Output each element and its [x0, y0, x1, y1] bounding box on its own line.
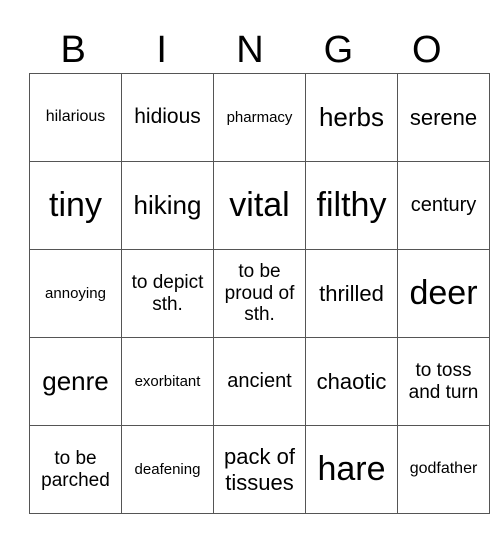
- bingo-cell[interactable]: pharmacy: [213, 73, 306, 162]
- bingo-row: annoying to depict sth. to be proud of s…: [29, 249, 490, 338]
- bingo-cell[interactable]: hidious: [121, 73, 214, 162]
- bingo-cell[interactable]: pack of tissues: [213, 425, 306, 514]
- bingo-cell[interactable]: ancient: [213, 337, 306, 426]
- bingo-cell[interactable]: hilarious: [29, 73, 122, 162]
- bingo-cell[interactable]: hare: [305, 425, 398, 514]
- bingo-cell[interactable]: to be proud of sth.: [213, 249, 306, 338]
- bingo-cell[interactable]: godfather: [397, 425, 490, 514]
- bingo-row: tiny hiking vital filthy century: [29, 161, 490, 250]
- header-letter: I: [156, 29, 167, 71]
- bingo-cell[interactable]: deer: [397, 249, 490, 338]
- bingo-cell[interactable]: chaotic: [305, 337, 398, 426]
- header-letter: O: [412, 29, 442, 71]
- bingo-header: B I N G O: [29, 30, 471, 70]
- bingo-card: hilarious hidious pharmacy herbs serene …: [29, 73, 490, 514]
- bingo-cell[interactable]: tiny: [29, 161, 122, 250]
- header-letter: N: [236, 29, 264, 71]
- bingo-cell[interactable]: deafening: [121, 425, 214, 514]
- header-letter: G: [323, 29, 354, 71]
- bingo-cell[interactable]: herbs: [305, 73, 398, 162]
- bingo-cell[interactable]: genre: [29, 337, 122, 426]
- bingo-cell[interactable]: century: [397, 161, 490, 250]
- bingo-cell[interactable]: thrilled: [305, 249, 398, 338]
- bingo-row: hilarious hidious pharmacy herbs serene: [29, 73, 490, 162]
- bingo-cell[interactable]: filthy: [305, 161, 398, 250]
- bingo-cell[interactable]: annoying: [29, 249, 122, 338]
- bingo-cell[interactable]: serene: [397, 73, 490, 162]
- bingo-cell[interactable]: to depict sth.: [121, 249, 214, 338]
- bingo-row: genre exorbitant ancient chaotic to toss…: [29, 337, 490, 426]
- bingo-cell[interactable]: vital: [213, 161, 306, 250]
- bingo-row: to be parched deafening pack of tissues …: [29, 425, 490, 514]
- bingo-cell[interactable]: exorbitant: [121, 337, 214, 426]
- bingo-cell[interactable]: to be parched: [29, 425, 122, 514]
- bingo-cell[interactable]: hiking: [121, 161, 214, 250]
- bingo-cell[interactable]: to toss and turn: [397, 337, 490, 426]
- header-letter: B: [60, 29, 86, 71]
